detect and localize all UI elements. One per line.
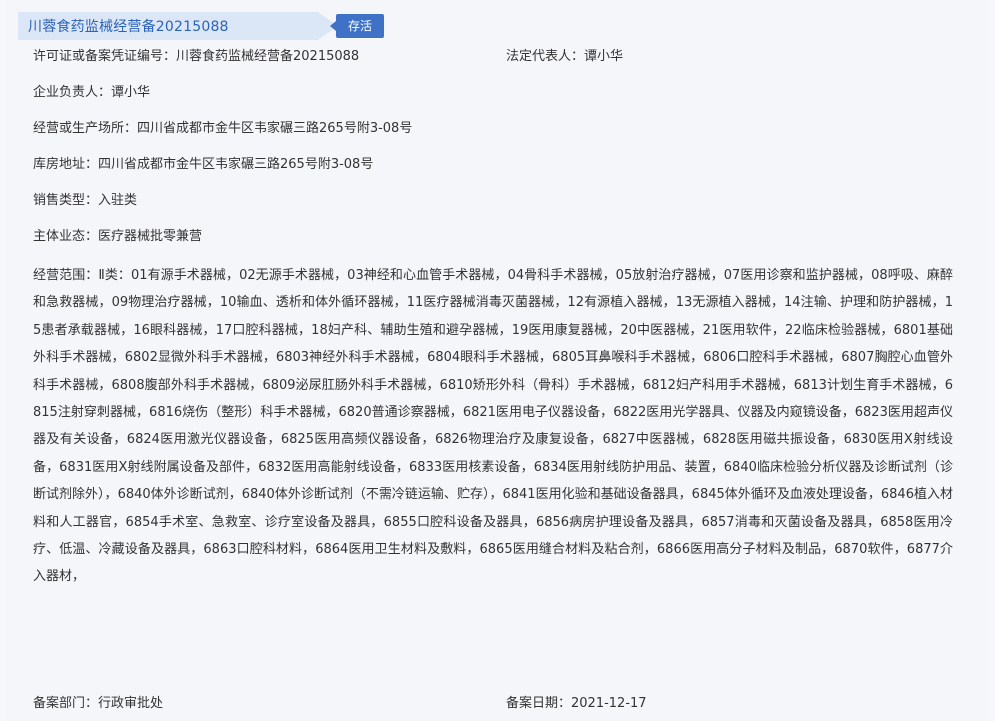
record-title: 川蓉食药监械经营备20215088 [28,19,229,35]
legal-rep-value: 谭小华 [584,49,624,64]
scope-label: 经营范围： [33,268,99,283]
premises-value: 四川省成都市金牛区韦家碾三路265号附3-08号 [137,121,413,136]
principal-row: 企业负责人：谭小华 [33,84,150,102]
license-label: 许可证或备案凭证编号： [33,49,177,64]
business-value: 医疗器械批零兼营 [98,229,203,244]
legal-rep-row: 法定代表人：谭小华 [506,48,623,66]
status-badge: 存活 [329,14,385,38]
scope-block: 经营范围：Ⅱ类：01有源手术器械，02无源手术器械，03神经和心血管手术器械，0… [33,262,953,591]
license-row: 许可证或备案凭证编号：川蓉食药监械经营备20215088 [33,48,359,66]
dept-label: 备案部门： [33,696,99,711]
warehouse-value: 四川省成都市金牛区韦家碾三路265号附3-08号 [98,157,374,172]
date-label: 备案日期： [506,696,572,711]
license-value: 川蓉食药监械经营备20215088 [176,49,360,64]
legal-rep-label: 法定代表人： [506,49,585,64]
date-value: 2021-12-17 [571,696,647,711]
date-row: 备案日期：2021-12-17 [506,695,647,713]
dept-value: 行政审批处 [98,696,164,711]
principal-label: 企业负责人： [33,85,112,100]
warehouse-label: 库房地址： [33,157,99,172]
warehouse-row: 库房地址：四川省成都市金牛区韦家碾三路265号附3-08号 [33,156,373,174]
record-card: 川蓉食药监械经营备20215088 存活 许可证或备案凭证编号：川蓉食药监械经营… [6,0,988,721]
premises-row: 经营或生产场所：四川省成都市金牛区韦家碾三路265号附3-08号 [33,120,412,138]
sales-type-label: 销售类型： [33,193,99,208]
dept-row: 备案部门：行政审批处 [33,695,163,713]
principal-value: 谭小华 [111,85,151,100]
sales-type-value: 入驻类 [98,193,138,208]
business-label: 主体业态： [33,229,99,244]
scope-value: Ⅱ类：01有源手术器械，02无源手术器械，03神经和心血管手术器械，04骨科手术… [33,268,953,585]
premises-label: 经营或生产场所： [33,121,138,136]
business-row: 主体业态：医疗器械批零兼营 [33,228,202,246]
sales-type-row: 销售类型：入驻类 [33,192,137,210]
